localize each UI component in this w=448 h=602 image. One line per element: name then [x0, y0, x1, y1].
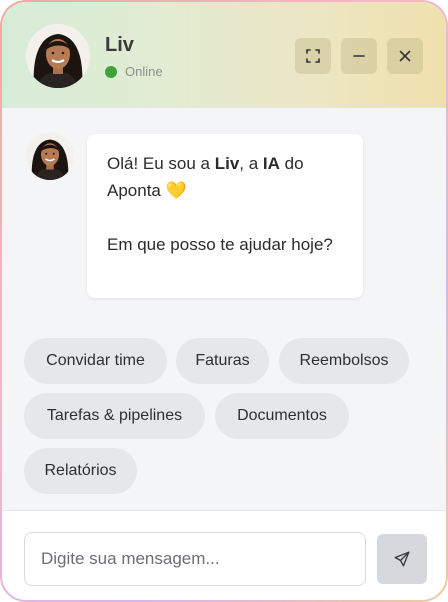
chat-header: Liv Online [2, 2, 446, 108]
suggestion-chip-convidar-time[interactable]: Convidar time [24, 338, 167, 384]
close-icon [399, 50, 411, 62]
status-indicator: Online [105, 64, 163, 79]
minimize-icon [353, 55, 365, 57]
send-button[interactable] [377, 534, 427, 584]
expand-icon [306, 49, 320, 63]
avatar [26, 24, 90, 88]
minimize-button[interactable] [341, 38, 377, 74]
suggestion-chip-relatorios[interactable]: Relatórios [24, 448, 137, 494]
suggestion-chip-tarefas-pipelines[interactable]: Tarefas & pipelines [24, 393, 205, 439]
close-button[interactable] [387, 38, 423, 74]
online-dot-icon [105, 65, 117, 78]
assistant-message-bubble: Olá! Eu sou a Liv, a IA do Aponta 💛 Em q… [87, 134, 363, 298]
suggestion-chip-documentos[interactable]: Documentos [215, 393, 349, 439]
message-avatar [26, 132, 74, 180]
expand-button[interactable] [295, 38, 331, 74]
suggestion-chip-faturas[interactable]: Faturas [176, 338, 269, 384]
question-text: Em que posso te ajudar hoje? [107, 235, 333, 254]
status-text: Online [125, 64, 163, 79]
yellow-heart-icon: 💛 [165, 181, 187, 200]
assistant-name: Liv [105, 34, 134, 56]
greeting-text: Olá! Eu sou a Liv, a IA do Aponta 💛 [107, 154, 304, 200]
send-icon [394, 551, 410, 567]
chat-widget: Liv Online Olá! Eu sou a Liv, a IA do Ap… [0, 0, 448, 602]
composer [2, 510, 446, 600]
message-input[interactable] [24, 532, 366, 586]
suggestion-chip-reembolsos[interactable]: Reembolsos [279, 338, 409, 384]
